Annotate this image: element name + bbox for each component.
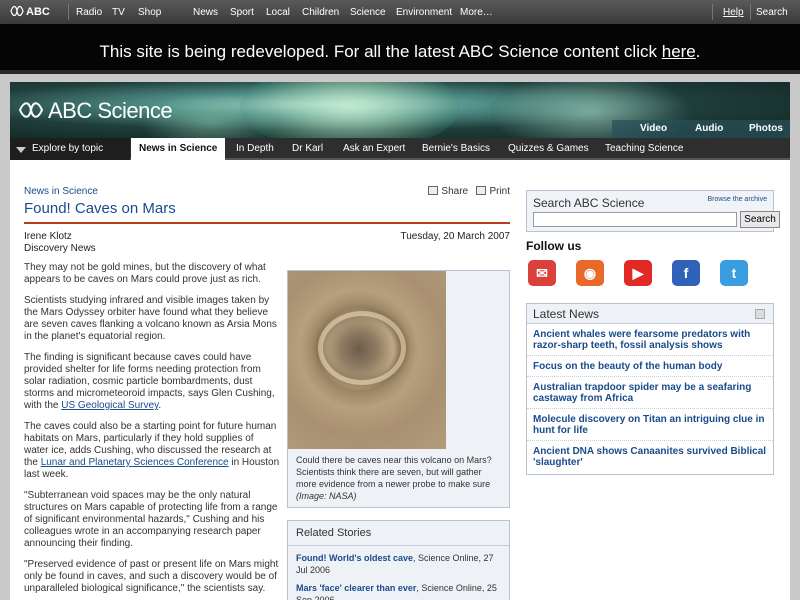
redevelopment-banner: This site is being redeveloped. For all … xyxy=(0,24,800,74)
tab-dr-karl[interactable]: Dr Karl xyxy=(284,138,331,160)
article-tools: Share Print xyxy=(428,186,510,197)
media-links: Video Audio Photos xyxy=(612,120,790,138)
figure-caption: Could there be caves near this volcano o… xyxy=(296,455,492,501)
email-icon[interactable]: ✉ xyxy=(528,260,556,286)
topbar-link-more[interactable]: More… xyxy=(460,7,493,18)
divider xyxy=(712,4,713,20)
banner-suffix: . xyxy=(695,42,701,61)
latest-news: Latest News Ancient whales were fearsome… xyxy=(526,303,774,475)
topbar-link-help[interactable]: Help xyxy=(723,7,744,18)
latest-news-header: Latest News xyxy=(527,304,773,324)
header-artwork xyxy=(240,82,460,138)
byline: Irene Klotz Discovery News xyxy=(24,231,96,255)
paragraph: The caves could also be a starting point… xyxy=(24,421,280,480)
latest-news-link[interactable]: Molecule discovery on Titan an intriguin… xyxy=(527,408,773,436)
podcast-icon[interactable]: ◉ xyxy=(576,260,604,286)
related-stories: Related Stories Found! World's oldest ca… xyxy=(287,520,510,600)
search-input[interactable] xyxy=(533,212,737,227)
divider xyxy=(68,4,69,20)
topbar-link-local[interactable]: Local xyxy=(266,7,290,18)
share-icon xyxy=(428,186,439,195)
section-nav: Explore by topic News in Science In Dept… xyxy=(10,138,790,160)
twitter-icon[interactable]: t xyxy=(720,260,748,286)
related-story-link[interactable]: Found! World's oldest cave xyxy=(296,553,413,563)
usgs-link[interactable]: US Geological Survey xyxy=(61,400,158,411)
latest-news-link[interactable]: Ancient DNA shows Canaanites survived Bi… xyxy=(527,440,773,468)
headline-rule xyxy=(24,222,510,224)
topbar-link-sport[interactable]: Sport xyxy=(230,7,254,18)
youtube-icon[interactable]: ▶ xyxy=(624,260,652,286)
search-panel: Search ABC Science Browse the archive Se… xyxy=(526,190,780,232)
abc-logo[interactable]: ABC xyxy=(10,5,50,18)
paragraph: They may not be gold mines, but the disc… xyxy=(24,262,266,285)
author: Irene Klotz xyxy=(24,231,72,242)
follow-us-title: Follow us xyxy=(526,239,582,253)
paragraph: Scientists studying infrared and visible… xyxy=(24,295,277,342)
list-item: Found! World's oldest cave, Science Onli… xyxy=(296,553,494,575)
site-header: ABC Science Video Audio Photos xyxy=(10,82,790,138)
topbar-link-children[interactable]: Children xyxy=(302,7,339,18)
latest-news-link[interactable]: Focus on the beauty of the human body xyxy=(527,355,773,372)
image-credit: (Image: NASA) xyxy=(296,491,357,501)
print-button[interactable]: Print xyxy=(476,186,510,197)
topbar-link-shop[interactable]: Shop xyxy=(138,7,161,18)
tab-quizzes-games[interactable]: Quizzes & Games xyxy=(500,138,597,160)
banner-here-link[interactable]: here xyxy=(662,42,696,61)
article-headline: Found! Caves on Mars xyxy=(24,200,176,217)
share-button[interactable]: Share xyxy=(428,186,468,197)
topbar-link-radio[interactable]: Radio xyxy=(76,7,102,18)
article-figure: Could there be caves near this volcano o… xyxy=(287,270,510,508)
source: Discovery News xyxy=(24,243,96,254)
topbar-link-science[interactable]: Science xyxy=(350,7,386,18)
paragraph: "Preserved evidence of past or present l… xyxy=(24,559,279,594)
media-link-photos[interactable]: Photos xyxy=(749,123,783,134)
rss-icon[interactable] xyxy=(755,309,765,319)
tab-ask-an-expert[interactable]: Ask an Expert xyxy=(335,138,413,160)
abc-lissajous-icon xyxy=(10,5,24,17)
facebook-icon[interactable]: f xyxy=(672,260,700,286)
topbar-link-environment[interactable]: Environment xyxy=(396,7,452,18)
paragraph: "Subterranean void spaces may be the onl… xyxy=(24,490,278,549)
explore-by-topic-button[interactable]: Explore by topic xyxy=(10,138,130,160)
latest-news-link[interactable]: Australian trapdoor spider may be a seaf… xyxy=(527,376,773,404)
tab-teaching-science[interactable]: Teaching Science xyxy=(597,138,691,160)
divider xyxy=(750,4,751,20)
tab-in-depth[interactable]: In Depth xyxy=(228,138,282,160)
latest-news-link[interactable]: Ancient whales were fearsome predators w… xyxy=(527,329,773,351)
banner-text: This site is being redeveloped. For all … xyxy=(99,42,657,61)
print-icon xyxy=(476,186,487,195)
search-title: Search ABC Science xyxy=(533,196,645,210)
browse-archive-link[interactable]: Browse the archive xyxy=(707,196,767,203)
section-breadcrumb[interactable]: News in Science xyxy=(24,186,98,197)
tab-news-in-science[interactable]: News in Science xyxy=(131,138,226,160)
related-stories-title: Related Stories xyxy=(288,521,509,546)
list-item: Mars 'face' clearer than ever, Science O… xyxy=(296,583,497,600)
topbar-link-search[interactable]: Search xyxy=(756,7,788,18)
page-frame: ABC Science Video Audio Photos Explore b… xyxy=(10,82,790,600)
abc-lissajous-icon xyxy=(18,102,44,118)
article-body: They may not be gold mines, but the disc… xyxy=(24,262,280,600)
media-link-video[interactable]: Video xyxy=(640,123,667,134)
search-button[interactable]: Search xyxy=(740,211,780,228)
paragraph: The finding is significant because caves… xyxy=(24,352,275,411)
topbar-link-news[interactable]: News xyxy=(193,7,218,18)
topbar-link-tv[interactable]: TV xyxy=(112,7,125,18)
media-link-audio[interactable]: Audio xyxy=(695,123,723,134)
abc-science-logo[interactable]: ABC Science xyxy=(18,98,173,124)
lpsc-link[interactable]: Lunar and Planetary Sciences Conference xyxy=(41,457,229,468)
abc-global-bar: ABC Radio TV Shop News Sport Local Child… xyxy=(0,0,800,24)
mars-volcano-image[interactable] xyxy=(288,271,446,449)
chevron-down-icon xyxy=(16,147,26,153)
publish-date: Tuesday, 20 March 2007 xyxy=(400,231,510,242)
related-story-link[interactable]: Mars 'face' clearer than ever xyxy=(296,583,416,593)
tab-bernies-basics[interactable]: Bernie's Basics xyxy=(414,138,498,160)
